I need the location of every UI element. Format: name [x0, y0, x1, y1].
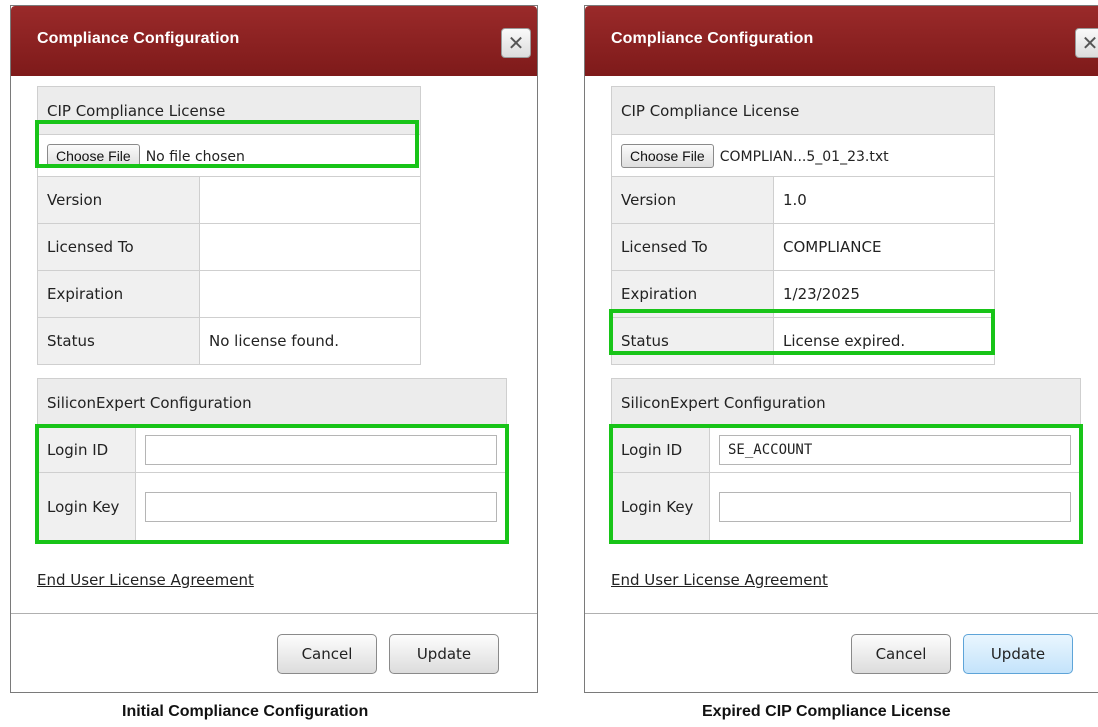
version-value: 1.0 [773, 176, 995, 224]
login-id-input[interactable]: SE_ACCOUNT [719, 434, 1071, 465]
cancel-button[interactable]: Cancel [851, 634, 951, 674]
expiration-label: Expiration [37, 270, 200, 318]
status-label: Status [611, 317, 774, 365]
cip-license-table: CIP Compliance License Choose File COMPLI… [611, 86, 995, 365]
caption-expired: Expired CIP Compliance License [702, 703, 951, 720]
login-key-input[interactable] [145, 491, 497, 522]
status-value: License expired. [773, 317, 995, 365]
login-key-label: Login Key [37, 472, 136, 541]
licensed-to-label: Licensed To [37, 223, 200, 271]
licensed-to-value [199, 223, 421, 271]
siliconexpert-header: SiliconExpert Configuration [37, 378, 507, 427]
footer-divider [585, 613, 1098, 614]
update-button[interactable]: Update [389, 634, 499, 674]
cip-license-header: CIP Compliance License [611, 86, 995, 135]
eula-link[interactable]: End User License Agreement [611, 571, 828, 589]
version-label: Version [611, 176, 774, 224]
chosen-file-name: No file chosen [145, 148, 245, 165]
expiration-value: 1/23/2025 [773, 270, 995, 318]
version-label: Version [37, 176, 200, 224]
version-value [199, 176, 421, 224]
login-id-label: Login ID [611, 426, 710, 473]
login-id-label: Login ID [37, 426, 136, 473]
close-icon[interactable]: ✕ [501, 28, 531, 58]
choose-file-button[interactable]: Choose File [47, 143, 140, 168]
siliconexpert-header: SiliconExpert Configuration [611, 378, 1081, 427]
dialog-title: Compliance Configuration [37, 30, 240, 47]
eula-link[interactable]: End User License Agreement [37, 571, 254, 589]
file-chooser: Choose File No file chosen [37, 134, 421, 177]
file-chooser: Choose File COMPLIAN...5_01_23.txt [611, 134, 995, 177]
login-key-input[interactable] [719, 491, 1071, 522]
siliconexpert-table: SiliconExpert Configuration Login ID SE_… [611, 378, 1081, 541]
siliconexpert-table: SiliconExpert Configuration Login ID Log… [37, 378, 507, 541]
compliance-dialog-expired: Compliance Configuration ✕ CIP Complianc… [584, 5, 1098, 693]
expiration-label: Expiration [611, 270, 774, 318]
dialog-title: Compliance Configuration [611, 30, 814, 47]
cip-license-table: CIP Compliance License Choose File No fil… [37, 86, 421, 365]
login-id-input[interactable] [145, 434, 497, 465]
chosen-file-name: COMPLIAN...5_01_23.txt [719, 148, 889, 165]
dialog-titlebar: Compliance Configuration ✕ [11, 6, 537, 76]
licensed-to-label: Licensed To [611, 223, 774, 271]
login-key-label: Login Key [611, 472, 710, 541]
status-label: Status [37, 317, 200, 365]
update-button[interactable]: Update [963, 634, 1073, 674]
dialog-titlebar: Compliance Configuration ✕ [585, 6, 1098, 76]
choose-file-button[interactable]: Choose File [621, 143, 714, 168]
status-value: No license found. [199, 317, 421, 365]
cancel-button[interactable]: Cancel [277, 634, 377, 674]
footer-divider [11, 613, 537, 614]
licensed-to-value: COMPLIANCE [773, 223, 995, 271]
cip-license-header: CIP Compliance License [37, 86, 421, 135]
expiration-value [199, 270, 421, 318]
compliance-dialog-initial: Compliance Configuration ✕ CIP Complianc… [10, 5, 538, 693]
close-icon[interactable]: ✕ [1075, 28, 1098, 58]
caption-initial: Initial Compliance Configuration [122, 703, 369, 720]
